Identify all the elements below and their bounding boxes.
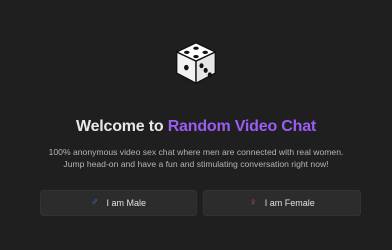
male-button-label: I am Male: [106, 198, 146, 208]
title-prefix: Welcome to: [75, 118, 168, 135]
male-symbol-icon: ♂: [90, 197, 99, 208]
page-title: Welcome to Random Video Chat: [0, 118, 392, 136]
male-button[interactable]: ♂ I am Male: [40, 190, 197, 216]
female-button-label: I am Female: [264, 198, 315, 208]
female-button[interactable]: ♀ I am Female: [203, 190, 361, 216]
page-description: 100% anonymous video sex chat where men …: [30, 146, 362, 170]
description-line: Jump head-on and have a fun and stimulat…: [63, 159, 329, 169]
hero-logo: [0, 40, 392, 86]
description-line: 100% anonymous video sex chat where men …: [48, 147, 344, 157]
female-symbol-icon: ♀: [249, 197, 257, 208]
title-accent: Random Video Chat: [167, 118, 317, 135]
dice-icon: [175, 42, 217, 84]
